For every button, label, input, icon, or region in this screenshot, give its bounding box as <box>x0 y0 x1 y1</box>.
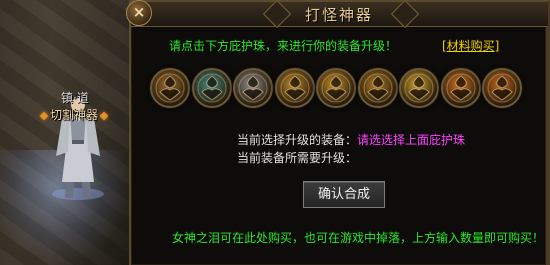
amber-rune-orb-icon <box>321 73 351 103</box>
protection-orb-row <box>150 68 540 112</box>
silver-rune-orb-icon <box>238 73 268 103</box>
amber-rune-orb-icon <box>363 73 393 103</box>
player-character[interactable] <box>48 52 108 202</box>
protection-orb-5[interactable] <box>316 68 356 108</box>
game-scene: 镇·道 切割神器 <box>0 0 130 265</box>
teal-rune-orb-icon <box>197 73 227 103</box>
artifact-dialog: 打怪神器 × 请点击下方庇护珠，来进行你的装备升级！ [材料购买] 当前选择升级… <box>126 0 550 265</box>
confirm-synthesis-button[interactable]: 确认合成 <box>303 181 385 208</box>
dialog-title: 打怪神器 <box>304 6 373 24</box>
protection-orb-1[interactable] <box>150 68 190 108</box>
close-button[interactable]: × <box>126 0 152 26</box>
orange-rune-orb-icon <box>487 73 517 103</box>
dialog-header: 打怪神器 <box>131 0 548 29</box>
header-ornament-right-icon <box>390 0 420 29</box>
title-left-ornament-icon <box>39 111 49 120</box>
orange-rune-orb-icon <box>446 73 476 103</box>
protection-orb-3[interactable] <box>233 68 273 108</box>
protection-orb-8[interactable] <box>441 68 481 108</box>
current-equip-row: 当前选择升级的装备：请选选择上面庇护珠 <box>237 131 465 148</box>
close-icon: × <box>132 3 146 21</box>
protection-orb-6[interactable] <box>358 68 398 108</box>
bronze-rune-orb-icon <box>155 73 185 103</box>
player-title-text: 切割神器 <box>50 108 99 122</box>
title-right-ornament-icon <box>99 111 109 120</box>
gold-rune-orb-icon <box>280 73 310 103</box>
header-ornament-left-icon <box>262 0 292 29</box>
protection-orb-7[interactable] <box>399 68 439 108</box>
gold-rune-orb-icon <box>404 73 434 103</box>
footer-note: 女神之泪可在此处购买，也可在游戏中掉落，上方输入数量即可购买！ <box>172 231 545 245</box>
required-upgrade-label: 当前装备所需要升级： <box>237 151 358 165</box>
protection-orb-9[interactable] <box>482 68 522 108</box>
instruction-text: 请点击下方庇护珠，来进行你的装备升级！ <box>169 39 398 53</box>
protection-orb-2[interactable] <box>192 68 232 108</box>
player-title: 切割神器 <box>38 106 110 123</box>
current-equip-value: 请选选择上面庇护珠 <box>357 133 466 147</box>
current-equip-label: 当前选择升级的装备： <box>237 133 358 147</box>
required-upgrade-row: 当前装备所需要升级： <box>237 149 357 166</box>
material-purchase-link[interactable]: [材料购买] <box>442 37 499 54</box>
player-name: 镇·道 <box>61 91 89 105</box>
protection-orb-4[interactable] <box>275 68 315 108</box>
